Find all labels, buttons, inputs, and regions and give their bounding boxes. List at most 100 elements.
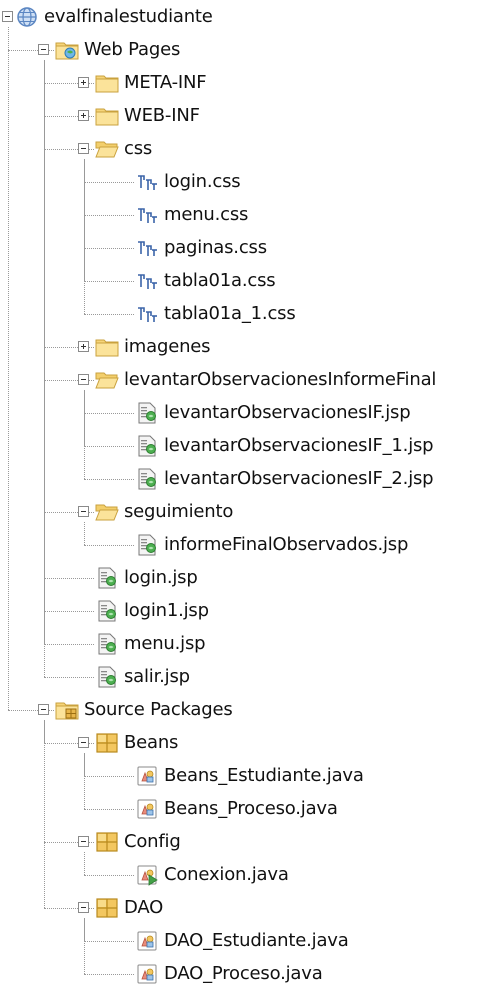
tree-connector-stub <box>84 875 134 876</box>
tree-node-label: META-INF <box>124 72 207 93</box>
tree-node-meta-inf[interactable]: META-INF <box>124 66 207 99</box>
tree-node-label: login1.jsp <box>124 600 209 621</box>
tree-connector-line <box>84 918 85 974</box>
tree-node-label: DAO_Proceso.java <box>164 963 323 984</box>
jsp-file-icon <box>95 600 119 622</box>
tree-node-label: paginas.css <box>164 237 267 258</box>
tree-node-label: informeFinalObservados.jsp <box>164 534 409 555</box>
expand-toggle[interactable] <box>78 77 89 88</box>
jsp-file-icon <box>135 468 159 490</box>
tree-node-dao[interactable]: DAO <box>124 891 163 924</box>
expand-toggle[interactable] <box>78 110 89 121</box>
tree-connector-stub <box>84 248 134 249</box>
tree-node-label: menu.jsp <box>124 633 206 654</box>
tree-connector-stub <box>84 974 134 975</box>
css-file-icon <box>135 237 159 259</box>
tree-node-levantar-if-jsp[interactable]: levantarObservacionesIF.jsp <box>164 396 411 429</box>
folder-open-icon <box>95 369 119 391</box>
tree-node-levantar-if-1-jsp[interactable]: levantarObservacionesIF_1.jsp <box>164 429 434 462</box>
tree-node-label: seguimiento <box>124 501 234 522</box>
tree-node-label: imagenes <box>124 336 211 357</box>
tree-connector-stub <box>44 611 94 612</box>
tree-node-web-inf[interactable]: WEB-INF <box>124 99 200 132</box>
tree-node-label: login.jsp <box>124 567 198 588</box>
tree-node-label: levantarObservacionesIF_2.jsp <box>164 468 434 489</box>
tree-connector-line <box>84 522 85 545</box>
tree-node-seguimiento[interactable]: seguimiento <box>124 495 233 528</box>
collapse-toggle[interactable] <box>38 44 49 55</box>
collapse-toggle[interactable] <box>78 374 89 385</box>
tree-node-label: Config <box>124 831 181 852</box>
tree-connector-stub <box>84 413 134 414</box>
tree-node-label: evalfinalestudiante <box>44 6 213 27</box>
tree-connector-stub <box>84 182 134 183</box>
java-file-icon <box>135 930 159 952</box>
tree-node-label: DAO <box>124 897 164 918</box>
folder-icon <box>95 72 119 94</box>
tree-node-label: menu.css <box>164 204 249 225</box>
tree-node-paginas-css[interactable]: paginas.css <box>164 231 267 264</box>
tree-connector-line <box>84 753 85 809</box>
tree-node-label: salir.jsp <box>124 666 190 687</box>
tree-node-login-css[interactable]: login.css <box>164 165 241 198</box>
package-icon <box>95 732 119 754</box>
tree-node-label: DAO_Estudiante.java <box>164 930 349 951</box>
tree-node-tabla01a-css[interactable]: tabla01a.css <box>164 264 276 297</box>
tree-node-label: levantarObservacionesInformeFinal <box>124 369 437 390</box>
collapse-toggle[interactable] <box>78 902 89 913</box>
tree-node-label: Beans_Estudiante.java <box>164 765 364 786</box>
tree-node-label: login.css <box>164 171 241 192</box>
css-file-icon <box>135 270 159 292</box>
tree-node-login1-jsp[interactable]: login1.jsp <box>124 594 209 627</box>
tree-node-web-pages[interactable]: Web Pages <box>84 33 180 66</box>
tree-node-label: Conexion.java <box>164 864 289 885</box>
tree-connector-line <box>84 159 85 314</box>
tree-node-label: Beans <box>124 732 179 753</box>
jsp-file-icon <box>135 534 159 556</box>
project-tree: evalfinalestudiante Web Pages META-INF WEB-… <box>0 0 504 1007</box>
jsp-file-icon <box>95 633 119 655</box>
tree-connector-stub <box>44 644 94 645</box>
tree-node-dao-estudiante[interactable]: DAO_Estudiante.java <box>164 924 349 957</box>
tree-node-levantar-folder[interactable]: levantarObservacionesInformeFinal <box>124 363 436 396</box>
tree-node-levantar-if-2-jsp[interactable]: levantarObservacionesIF_2.jsp <box>164 462 434 495</box>
tree-node-informe-final-jsp[interactable]: informeFinalObservados.jsp <box>164 528 408 561</box>
jsp-file-icon <box>135 402 159 424</box>
tree-connector-stub <box>84 314 134 315</box>
expand-toggle[interactable] <box>78 341 89 352</box>
tree-node-beans-proceso[interactable]: Beans_Proceso.java <box>164 792 338 825</box>
tree-node-css[interactable]: css <box>124 132 152 165</box>
jsp-file-icon <box>135 435 159 457</box>
folder-open-icon <box>95 138 119 160</box>
tree-node-label: tabla01a_1.css <box>164 303 296 324</box>
tree-node-beans-estudiante[interactable]: Beans_Estudiante.java <box>164 759 364 792</box>
tree-node-label: levantarObservacionesIF.jsp <box>164 402 411 423</box>
tree-node-menu-jsp[interactable]: menu.jsp <box>124 627 206 660</box>
tree-node-conexion[interactable]: Conexion.java <box>164 858 289 891</box>
tree-node-source-packages[interactable]: Source Packages <box>84 693 233 726</box>
tree-connector-stub <box>84 215 134 216</box>
tree-node-label: Source Packages <box>84 699 233 720</box>
tree-connector-stub <box>44 578 94 579</box>
java-file-icon <box>135 765 159 787</box>
tree-node-label: levantarObservacionesIF_1.jsp <box>164 435 434 456</box>
collapse-toggle[interactable] <box>78 737 89 748</box>
collapse-toggle[interactable] <box>38 704 49 715</box>
collapse-toggle[interactable] <box>2 11 13 22</box>
tree-node-login-jsp[interactable]: login.jsp <box>124 561 198 594</box>
tree-connector-stub <box>44 677 94 678</box>
collapse-toggle[interactable] <box>78 506 89 517</box>
tree-node-config[interactable]: Config <box>124 825 181 858</box>
collapse-toggle[interactable] <box>78 143 89 154</box>
folder-open-icon <box>95 501 119 523</box>
tree-node-imagenes[interactable]: imagenes <box>124 330 211 363</box>
collapse-toggle[interactable] <box>78 836 89 847</box>
tree-node-tabla01a-1-css[interactable]: tabla01a_1.css <box>164 297 296 330</box>
tree-node-menu-css[interactable]: menu.css <box>164 198 248 231</box>
tree-node-project[interactable]: evalfinalestudiante <box>44 0 213 33</box>
tree-node-dao-proceso[interactable]: DAO_Proceso.java <box>164 957 323 990</box>
tree-node-salir-jsp[interactable]: salir.jsp <box>124 660 190 693</box>
tree-connector-line <box>8 27 9 710</box>
java-file-icon <box>135 963 159 985</box>
tree-node-beans[interactable]: Beans <box>124 726 178 759</box>
